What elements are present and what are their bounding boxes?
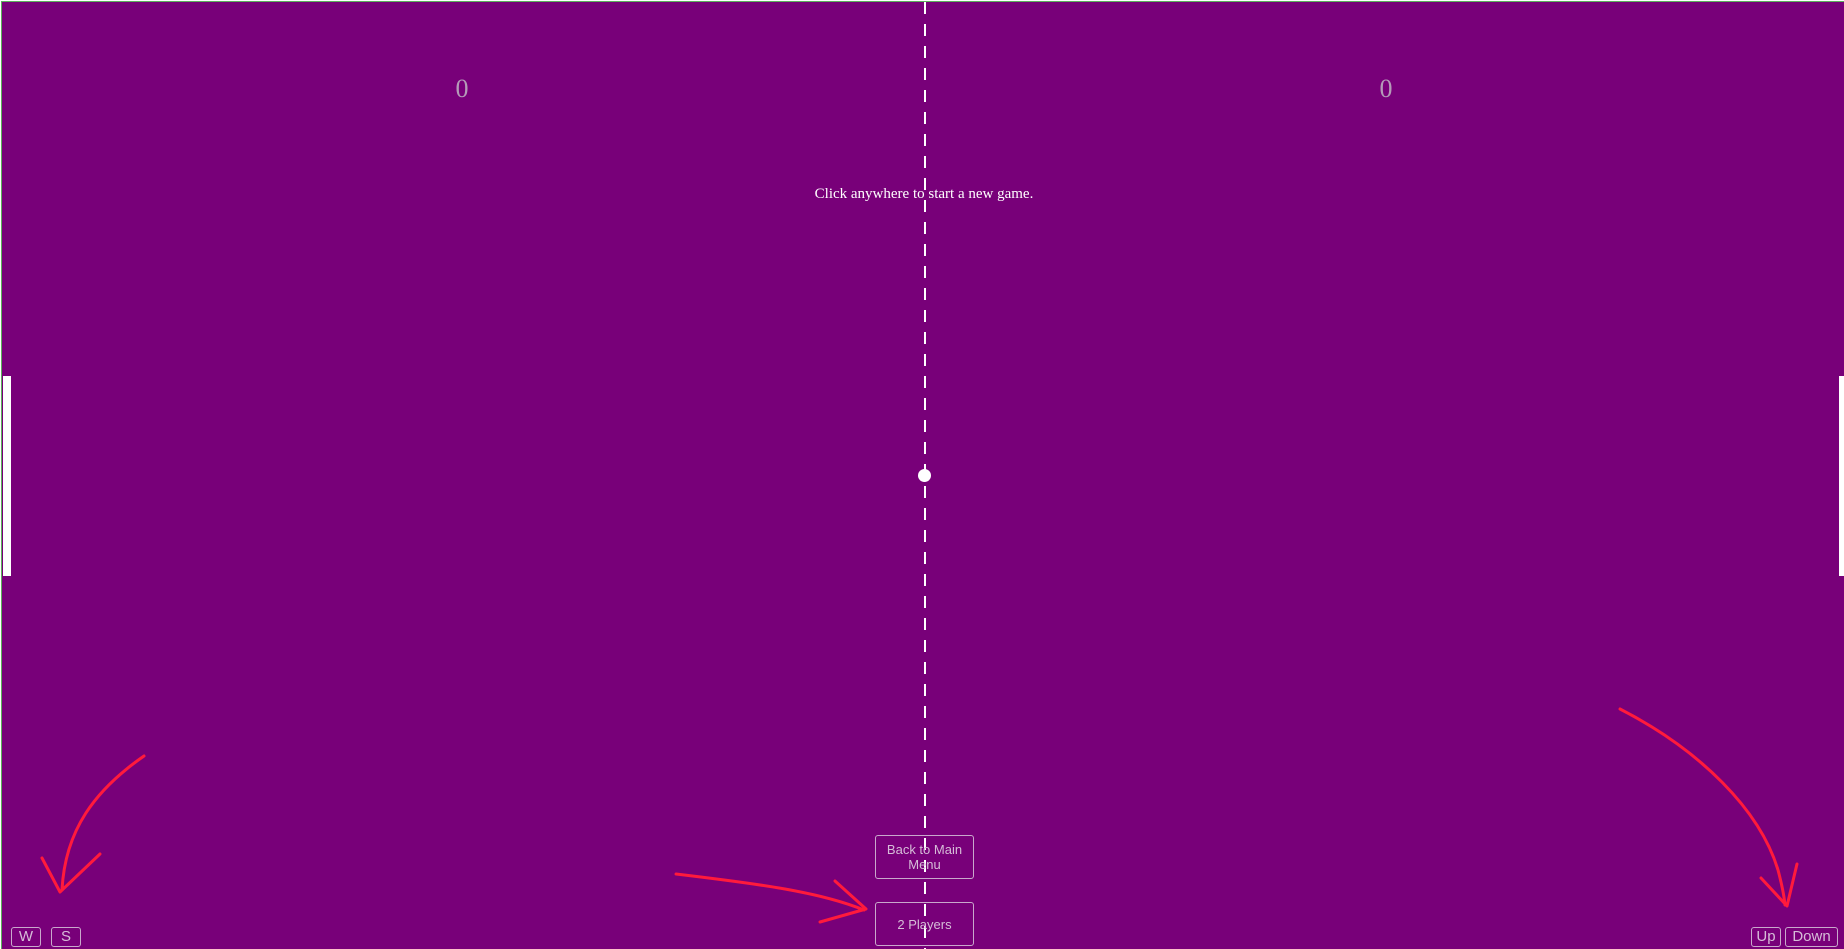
- players-mode-button[interactable]: 2 Players: [875, 902, 974, 946]
- start-game-message: Click anywhere to start a new game.: [814, 186, 1034, 202]
- back-to-main-menu-label: Back to Main Menu: [886, 842, 963, 872]
- right-paddle: [1839, 376, 1844, 576]
- right-player-score: 0: [1379, 74, 1393, 103]
- left-down-key-button[interactable]: S: [51, 927, 81, 947]
- right-down-key-button[interactable]: Down: [1785, 927, 1838, 947]
- right-up-key-button[interactable]: Up: [1751, 927, 1781, 947]
- game-stage[interactable]: 0 0 Click anywhere to start a new game. …: [0, 0, 1844, 949]
- ball: [918, 469, 931, 482]
- left-up-key-button[interactable]: W: [11, 927, 41, 947]
- players-mode-label: 2 Players: [897, 916, 952, 932]
- pong-court[interactable]: 0 0 Click anywhere to start a new game. …: [1, 1, 1844, 949]
- left-player-score: 0: [455, 74, 469, 103]
- back-to-main-menu-button[interactable]: Back to Main Menu: [875, 835, 974, 879]
- left-paddle: [3, 376, 11, 576]
